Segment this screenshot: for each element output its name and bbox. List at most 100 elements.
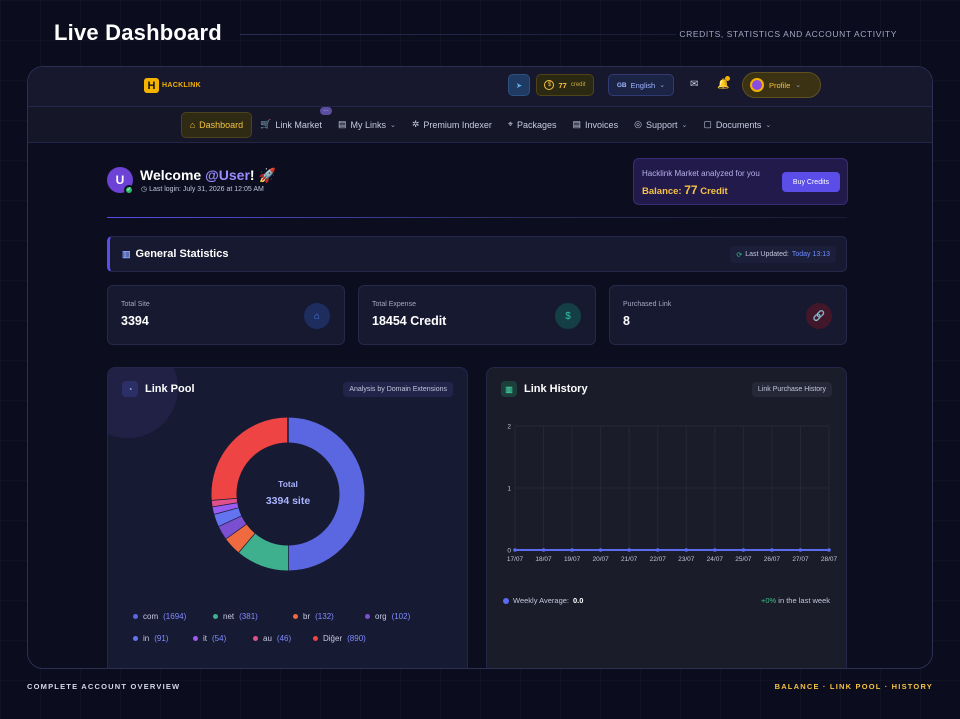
logo[interactable]: H HACKLINK — [144, 78, 201, 93]
legend-count: (381) — [239, 612, 258, 621]
x-tick-label: 21/07 — [621, 556, 638, 563]
document-icon: ▢ — [703, 119, 712, 129]
legend-dot — [193, 636, 198, 641]
legend-item-br[interactable]: br (132) — [293, 612, 334, 621]
buy-credits-button[interactable]: Buy Credits — [782, 172, 840, 192]
weekly-average-label: Weekly Average: — [513, 596, 570, 605]
balance-label: Balance: — [642, 186, 682, 197]
data-point[interactable] — [655, 548, 660, 552]
x-tick-label: 27/07 — [792, 556, 809, 563]
link-icon: 🔗 — [806, 303, 832, 329]
legend-dot — [313, 636, 318, 641]
legend-count: (54) — [212, 634, 227, 643]
donut-slice-br[interactable] — [225, 523, 255, 553]
legend-label: Diğer — [323, 634, 343, 643]
legend-item-net[interactable]: net (381) — [213, 612, 258, 621]
language-select[interactable]: GB English ⌄ — [608, 74, 674, 96]
legend-dot — [503, 597, 509, 604]
legend-label: br — [303, 612, 311, 621]
credit-unit: credit — [570, 82, 586, 88]
data-point[interactable] — [684, 548, 689, 552]
nav-link-market[interactable]: 🛒 Link Market ··· — [252, 106, 332, 138]
chevron-down-icon: ⌄ — [389, 121, 396, 129]
y-tick-label: 2 — [507, 424, 511, 431]
legend-label: com — [143, 612, 159, 621]
weekly-average: Weekly Average: 0.0 — [503, 596, 583, 605]
legend-count: (102) — [391, 612, 411, 621]
nav-label: Documents — [715, 119, 762, 130]
donut-slice-au[interactable] — [211, 497, 238, 507]
support-icon: ◎ — [634, 119, 642, 129]
section-title: ▥ General Statistics — [122, 248, 228, 260]
nav-premium-indexer[interactable]: ✲ Premium Indexer — [404, 112, 500, 138]
legend-count: (91) — [154, 634, 169, 643]
donut-slice-com[interactable] — [287, 417, 365, 571]
credit-button[interactable]: $ 77 credit — [536, 74, 594, 96]
nav-dashboard[interactable]: ⌂ Dashboard — [180, 111, 253, 138]
profile-button[interactable]: Profile ⌄ — [742, 72, 821, 98]
app-window: H HACKLINK ➤ $ 77 credit GB English ⌄ ✉ … — [27, 66, 933, 669]
last-updated: ⟳ Last Updated: Today 13:13 — [730, 246, 836, 263]
stat-card-total-expense: Total Expense 18454 Credit $ — [358, 285, 596, 345]
refresh-icon: ⟳ — [736, 251, 743, 259]
data-point[interactable] — [570, 548, 574, 552]
weekly-average-value: 0.0 — [573, 596, 584, 605]
nav-label: Invoices — [585, 119, 619, 130]
data-point[interactable] — [598, 548, 603, 552]
donut-slice-net[interactable] — [238, 532, 289, 571]
donut-slice-it[interactable] — [212, 502, 239, 514]
data-point[interactable] — [798, 548, 803, 552]
line-chart: 0 1 2 17/07 18/07 19/07 20/07 21/07 22/07 23/07 24… — [507, 424, 838, 564]
nav-invoices[interactable]: ▤ Invoices — [565, 112, 627, 138]
data-point[interactable] — [541, 548, 546, 552]
greeting: Welcome — [140, 167, 202, 183]
last-login-text: Last login: July 31, 2026 at 12:05 AM — [149, 186, 264, 193]
flag-icon: GB — [616, 81, 627, 89]
data-point[interactable] — [827, 548, 831, 552]
home-icon: ⌂ — [189, 119, 196, 130]
data-point[interactable] — [627, 548, 631, 552]
language-label: English — [630, 80, 656, 90]
coin-icon: $ — [544, 80, 555, 90]
legend-item-in[interactable]: in (91) — [133, 634, 168, 643]
legend-item-au[interactable]: au (46) — [253, 634, 291, 643]
nav-label: Support — [645, 119, 678, 130]
donut-slice-org[interactable] — [218, 515, 247, 539]
nav-packages[interactable]: ⌖ Packages — [500, 112, 565, 138]
x-tick-label: 19/07 — [564, 556, 581, 563]
verified-icon: ✓ — [124, 185, 134, 195]
profile-label: Profile — [769, 80, 791, 90]
data-point[interactable] — [741, 548, 746, 552]
greeting-suffix: ! 🚀 — [249, 167, 276, 183]
nav-documents[interactable]: ▢ Documents ⌄ — [695, 112, 779, 138]
telegram-button[interactable]: ➤ — [508, 74, 530, 96]
nav-my-links[interactable]: ▤ My Links ⌄ — [330, 112, 404, 138]
logo-text: HACKLINK — [162, 82, 201, 89]
page-header: Live Dashboard CREDITS, STATISTICS AND A… — [0, 0, 960, 66]
legend-item-it[interactable]: it (54) — [193, 634, 226, 643]
legend-count: (1694) — [163, 612, 187, 621]
nav-support[interactable]: ◎ Support ⌄ — [626, 112, 695, 138]
legend-item-Diğer[interactable]: Diğer (890) — [313, 634, 366, 643]
mail-icon[interactable]: ✉ — [690, 79, 698, 90]
invoice-icon: ▤ — [572, 119, 582, 129]
header-divider — [240, 34, 676, 35]
x-tick-label: 23/07 — [678, 556, 695, 563]
legend-item-org[interactable]: org (102) — [365, 612, 410, 621]
nav-label: Dashboard — [199, 119, 244, 130]
stat-value: 3394 — [121, 314, 149, 328]
last-updated-label: Last Updated: — [745, 251, 789, 258]
x-tick-label: 20/07 — [592, 556, 609, 563]
legend-label: it — [203, 634, 207, 643]
data-point[interactable] — [770, 548, 774, 552]
legend-item-com[interactable]: com (1694) — [133, 612, 186, 621]
data-point[interactable] — [713, 548, 717, 552]
nav-label: My Links — [350, 119, 386, 130]
credit-value: 77 — [558, 80, 567, 90]
nav-label: Premium Indexer — [423, 119, 492, 130]
donut-slice-in[interactable] — [214, 507, 242, 527]
stat-label: Purchased Link — [623, 301, 672, 308]
stat-card-purchased-link: Purchased Link 8 🔗 — [609, 285, 847, 345]
balance-unit: Credit — [700, 186, 728, 197]
data-point[interactable] — [513, 548, 517, 552]
